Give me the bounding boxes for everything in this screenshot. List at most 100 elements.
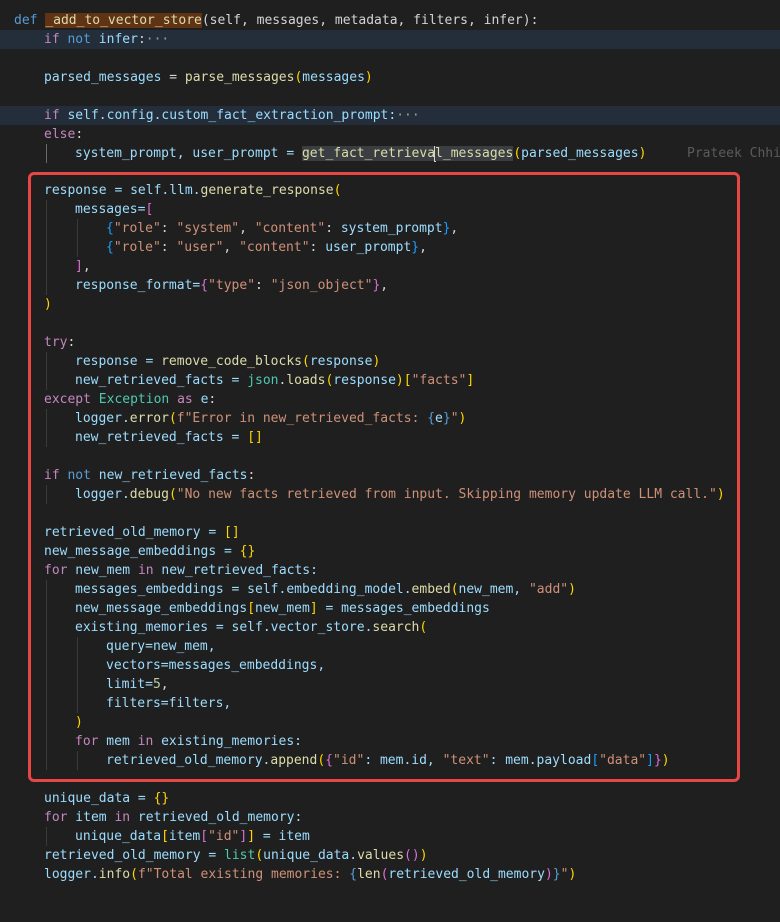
code-line[interactable]: retrieved_old_memory = []: [0, 523, 780, 542]
code-line[interactable]: unique_data = {}: [0, 789, 780, 808]
bracket: ]: [75, 259, 83, 274]
code-line[interactable]: response_format={"type": "json_object"},: [0, 276, 780, 295]
expression: logger.: [75, 487, 130, 502]
code-line[interactable]: retrieved_old_memory.append({"id": mem.i…: [0, 751, 780, 770]
string: "type": [208, 278, 256, 293]
expression: new_retrieved_facts =: [75, 373, 248, 388]
code-line[interactable]: ): [0, 713, 780, 732]
bracket: (): [404, 848, 420, 863]
code-line[interactable]: ],: [0, 257, 780, 276]
code-line[interactable]: new_retrieved_facts = []: [0, 428, 780, 447]
code-line[interactable]: new_retrieved_facts = json.loads(respons…: [0, 371, 780, 390]
variable: infer: [98, 32, 138, 47]
code-line[interactable]: query=new_mem,: [0, 637, 780, 656]
builtin: list: [224, 848, 256, 863]
keyword-arg: response_format=: [75, 278, 201, 293]
function-call: search: [372, 620, 420, 635]
expression: retrieved_old_memory =: [44, 525, 225, 540]
code-text: def _add_to_vector_store(self, messages,…: [14, 11, 538, 30]
code-text: messages=[: [75, 200, 153, 219]
code-line[interactable]: logger.error(f"Error in new_retrieved_fa…: [0, 409, 780, 428]
code-text: for new_mem in new_retrieved_facts:: [44, 561, 318, 580]
string: "system": [176, 221, 240, 236]
code-line[interactable]: try:: [0, 333, 780, 352]
keyword: in: [137, 563, 154, 578]
code-line[interactable]: response = remove_code_blocks(response): [0, 352, 780, 371]
punct: :: [160, 240, 177, 255]
code-line[interactable]: {"role": "user", "content": user_prompt}…: [0, 238, 780, 257]
code-line[interactable]: parsed_messages = parse_messages(message…: [0, 68, 780, 87]
code-editor[interactable]: def _add_to_vector_store(self, messages,…: [0, 0, 780, 882]
code-line[interactable]: else:: [0, 125, 780, 144]
bracket: ): [544, 867, 553, 882]
code-line[interactable]: new_message_embeddings[new_mem] = messag…: [0, 599, 780, 618]
function-call: append: [270, 753, 318, 768]
keyword-arg: messages=: [75, 202, 146, 217]
variable: new_retrieved_facts: [98, 468, 248, 483]
code-line[interactable]: {"role": "system", "content": system_pro…: [0, 219, 780, 238]
function-call: remove_code_blocks: [161, 354, 302, 369]
code-line[interactable]: def _add_to_vector_store(self, messages,…: [0, 11, 780, 30]
bracket: [: [591, 753, 600, 768]
code-line[interactable]: if not infer:···: [0, 30, 780, 49]
string: "role": [113, 240, 161, 255]
function-call: values: [357, 848, 405, 863]
punct: ,: [82, 259, 91, 274]
code-line[interactable]: if self.config.custom_fact_extraction_pr…: [0, 106, 780, 125]
code-text: if not new_retrieved_facts:: [44, 466, 255, 485]
code-text: unique_data = {}: [44, 789, 169, 808]
expression: unique_data.: [263, 848, 358, 863]
string: "No new facts retrieved from input. Skip…: [176, 487, 717, 502]
code-line[interactable]: messages=[: [0, 200, 780, 219]
code-line[interactable]: system_prompt, user_prompt = get_fact_re…: [0, 144, 780, 163]
variable: response: [333, 373, 396, 388]
code-line[interactable]: for item in retrieved_old_memory:: [0, 808, 780, 827]
code-line[interactable]: for new_mem in new_retrieved_facts:: [0, 561, 780, 580]
bracket: }: [442, 411, 451, 426]
variable: parsed_messages: [44, 70, 162, 85]
code-line[interactable]: new_message_embeddings = {}: [0, 542, 780, 561]
variable: item: [168, 829, 201, 844]
bracket: {: [106, 240, 114, 255]
punct: ,: [450, 221, 459, 236]
punct: ,: [419, 240, 427, 255]
code-line[interactable]: logger.info(f"Total existing memories: {…: [0, 865, 780, 884]
variable: new_mem: [67, 563, 138, 578]
code-line[interactable]: unique_data[item["id"]] = item: [0, 827, 780, 846]
code-line[interactable]: existing_memories = self.vector_store.se…: [0, 618, 780, 637]
function-call: len: [357, 867, 381, 882]
code-text: limit=5,: [106, 675, 169, 694]
code-line[interactable]: response = self.llm.generate_response(: [0, 181, 780, 200]
bracket: ): [458, 411, 467, 426]
folded-region-indicator[interactable]: ···: [396, 108, 419, 123]
code-line[interactable]: except Exception as e:: [0, 390, 780, 409]
folded-region-indicator[interactable]: ···: [146, 32, 169, 47]
variable: system_prompt: [340, 221, 443, 236]
expression: : mem.id,: [364, 753, 443, 768]
bracket: ): [716, 487, 725, 502]
code-line[interactable]: if not new_retrieved_facts:: [0, 466, 780, 485]
variable: mem: [98, 734, 138, 749]
string: ": [450, 411, 459, 426]
expression: self.config.custom_fact_extraction_promp…: [59, 108, 397, 123]
function-call: l_messages: [435, 146, 514, 161]
bracket: }: [552, 867, 561, 882]
code-text: logger.debug("No new facts retrieved fro…: [75, 485, 725, 504]
keyword-arg: vectors=messages_embeddings,: [106, 658, 326, 673]
variable: retrieved_old_memory:: [130, 810, 303, 825]
bracket: (: [513, 146, 522, 161]
code-line[interactable]: for mem in existing_memories:: [0, 732, 780, 751]
code-line[interactable]: messages_embeddings = self.embedding_mod…: [0, 580, 780, 599]
code-line[interactable]: vectors=messages_embeddings,: [0, 656, 780, 675]
variable: new_retrieved_facts:: [153, 563, 318, 578]
code-line[interactable]: retrieved_old_memory = list(unique_data.…: [0, 846, 780, 865]
variable: new_message_embeddings: [75, 601, 248, 616]
code-line[interactable]: logger.debug("No new facts retrieved fro…: [0, 485, 780, 504]
code-line[interactable]: ): [0, 295, 780, 314]
code-text: messages_embeddings = self.embedding_mod…: [75, 580, 576, 599]
code-text: response = remove_code_blocks(response): [75, 352, 380, 371]
keyword-arg: limit=: [106, 677, 153, 692]
code-line[interactable]: limit=5,: [0, 675, 780, 694]
code-line[interactable]: filters=filters,: [0, 694, 780, 713]
function-call: embed: [411, 582, 451, 597]
